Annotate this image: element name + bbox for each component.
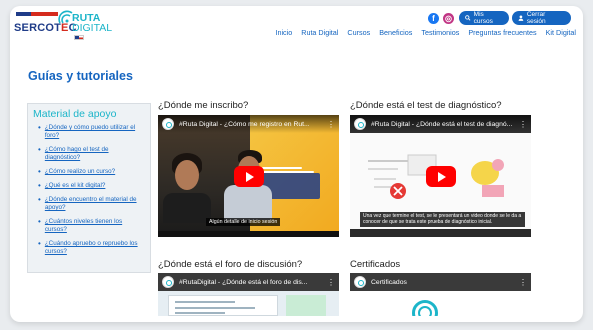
video-title[interactable]: #RutaDigital - ¿Dónde está el foro de di… bbox=[179, 279, 322, 286]
channel-avatar[interactable] bbox=[354, 276, 366, 288]
facebook-icon[interactable]: f bbox=[428, 13, 439, 24]
video-title[interactable]: #Ruta Digital - ¿Cómo me registro en Rut… bbox=[179, 121, 322, 128]
video-caption: Una vez que termine el test, se le prese… bbox=[360, 212, 525, 227]
nav-beneficios[interactable]: Beneficios bbox=[379, 28, 412, 37]
video-title[interactable]: #Ruta Digital - ¿Dónde está el test de d… bbox=[371, 121, 514, 128]
user-icon bbox=[518, 15, 524, 21]
more-icon[interactable]: ⋮ bbox=[519, 278, 527, 287]
flag-bar bbox=[16, 12, 58, 16]
list-item: • ¿Qué es el kit digital? bbox=[38, 181, 106, 190]
ruta-digital-wordmark: RUTA DIGITAL bbox=[72, 12, 113, 34]
section-title-test: ¿Dónde está el test de diagnóstico? bbox=[350, 100, 502, 111]
page-title: Guías y tutoriales bbox=[28, 69, 133, 83]
link-material-apoyo[interactable]: ¿Dónde encuentro el material de apoyo? bbox=[45, 196, 137, 212]
support-links: • ¿Dónde y cómo puedo utilizar el foro? • ¿… bbox=[38, 124, 146, 256]
channel-avatar[interactable] bbox=[162, 276, 174, 288]
video-footer bbox=[350, 229, 531, 237]
forum-side-panel bbox=[286, 295, 326, 316]
mis-cursos-button[interactable]: Mis cursos bbox=[459, 11, 509, 25]
person-illustration bbox=[471, 159, 504, 197]
nav-ruta-digital[interactable]: Ruta Digital bbox=[301, 28, 338, 37]
list-item: • ¿Cuándo apruebo o repruebo los cursos? bbox=[38, 239, 138, 256]
nav-testimonios[interactable]: Testimonios bbox=[421, 28, 459, 37]
ruta-digital-logo[interactable]: RUTA DIGITAL bbox=[58, 9, 112, 43]
video-player-foro[interactable]: #RutaDigital - ¿Dónde está el foro de di… bbox=[158, 273, 339, 316]
video-caption: Algún detalle de inicio sesión bbox=[206, 218, 281, 226]
link-foro[interactable]: ¿Dónde y cómo puedo utilizar el foro? bbox=[45, 124, 135, 140]
more-icon[interactable]: ⋮ bbox=[327, 278, 335, 287]
page-card: SERCOTEC RUTA DIGITAL f ◎ Mis cursos Cer… bbox=[10, 6, 583, 322]
channel-avatar[interactable] bbox=[162, 118, 174, 130]
cerrar-sesion-label: Cerrar sesión bbox=[526, 11, 546, 25]
link-realizar-curso[interactable]: ¿Cómo realizo un curso? bbox=[45, 168, 115, 176]
video-player-certificados[interactable]: Certificados ⋮ bbox=[350, 273, 531, 316]
youtube-play-icon[interactable] bbox=[425, 166, 456, 187]
more-icon[interactable]: ⋮ bbox=[327, 120, 335, 129]
sidebar-title: Material de apoyo bbox=[33, 108, 117, 120]
main-nav: Inicio Ruta Digital Cursos Beneficios Te… bbox=[275, 28, 576, 37]
support-material-sidebar: Material de apoyo • ¿Dónde y cómo puedo u… bbox=[27, 103, 151, 273]
video-title-bar: #Ruta Digital - ¿Dónde está el test de d… bbox=[350, 115, 531, 133]
more-icon[interactable]: ⋮ bbox=[519, 120, 527, 129]
instagram-icon[interactable]: ◎ bbox=[443, 13, 454, 24]
list-item: • ¿Cuántos niveles tienen los cursos? bbox=[38, 217, 123, 234]
video-title[interactable]: Certificados bbox=[371, 279, 514, 286]
link-niveles-cursos[interactable]: ¿Cuántos niveles tienen los cursos? bbox=[45, 218, 122, 234]
nav-cursos[interactable]: Cursos bbox=[347, 28, 370, 37]
video-player-test[interactable]: #Ruta Digital - ¿Dónde está el test de d… bbox=[350, 115, 531, 237]
channel-avatar[interactable] bbox=[354, 118, 366, 130]
chile-flag-icon bbox=[74, 35, 84, 40]
video-title-bar: #RutaDigital - ¿Dónde está el foro de di… bbox=[158, 273, 339, 291]
video-player-inscribo[interactable]: #Ruta Digital - ¿Cómo me registro en Rut… bbox=[158, 115, 339, 237]
video-footer bbox=[158, 231, 339, 237]
section-title-certificados: Certificados bbox=[350, 259, 401, 270]
list-item: • ¿Dónde encuentro el material de apoyo? bbox=[38, 195, 137, 212]
search-icon bbox=[465, 15, 471, 21]
link-kit-digital[interactable]: ¿Qué es el kit digital? bbox=[45, 182, 106, 190]
youtube-play-icon[interactable] bbox=[233, 166, 264, 187]
section-title-foro: ¿Dónde está el foro de discusión? bbox=[158, 259, 303, 270]
video-title-bar: Certificados ⋮ bbox=[350, 273, 531, 291]
link-aprobar-cursos[interactable]: ¿Cuándo apruebo o repruebo los cursos? bbox=[45, 240, 138, 256]
nav-kit-digital[interactable]: Kit Digital bbox=[546, 28, 576, 37]
list-item: • ¿Cómo hago el test de diagnóstico? bbox=[38, 145, 109, 162]
video-title-bar: #Ruta Digital - ¿Cómo me registro en Rut… bbox=[158, 115, 339, 133]
section-title-inscribo: ¿Dónde me inscribo? bbox=[158, 100, 249, 111]
ruta-logo-ring-inner bbox=[418, 306, 432, 316]
mis-cursos-label: Mis cursos bbox=[473, 11, 493, 25]
cerrar-sesion-button[interactable]: Cerrar sesión bbox=[512, 11, 571, 25]
nav-inicio[interactable]: Inicio bbox=[275, 28, 292, 37]
link-test-diagnostico[interactable]: ¿Cómo hago el test de diagnóstico? bbox=[45, 146, 109, 162]
forum-panel bbox=[168, 295, 278, 316]
list-item: • ¿Cómo realizo un curso? bbox=[38, 167, 116, 176]
social-links: f ◎ bbox=[428, 13, 454, 24]
list-item: • ¿Dónde y cómo puedo utilizar el foro? bbox=[38, 123, 136, 140]
nav-preguntas-frecuentes[interactable]: Preguntas frecuentes bbox=[468, 28, 536, 37]
